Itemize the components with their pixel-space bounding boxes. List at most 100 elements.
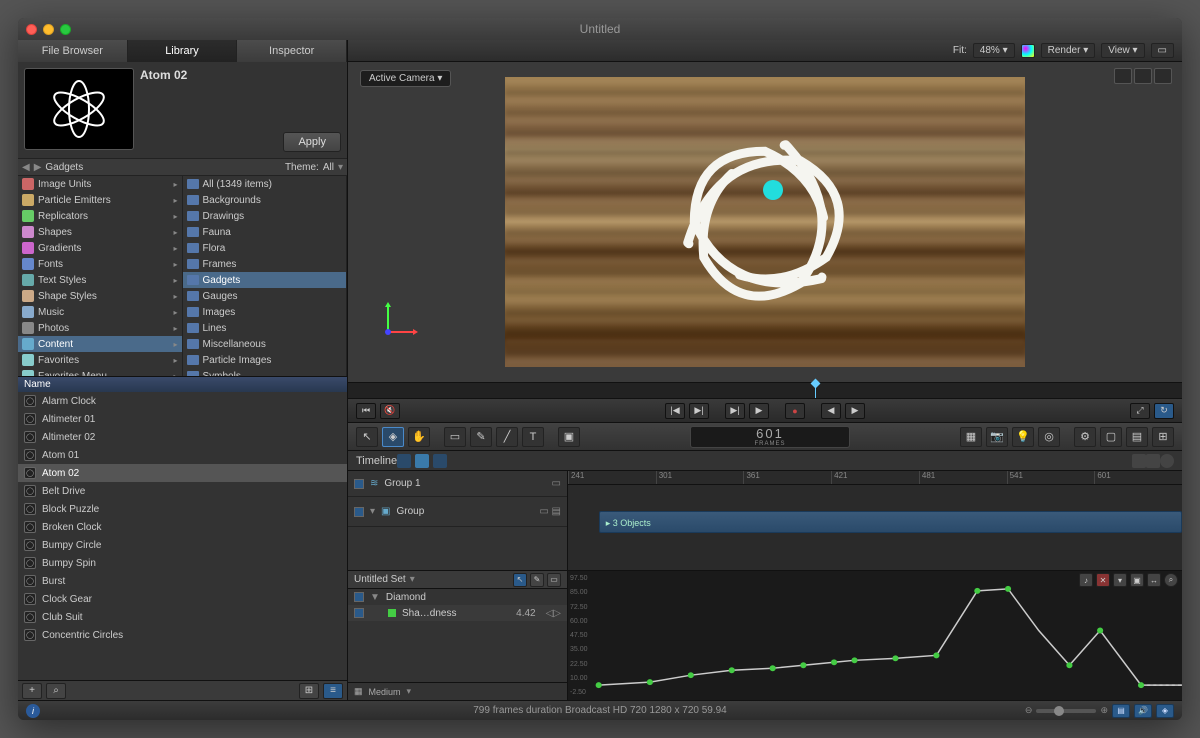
playhead-indicator[interactable] bbox=[815, 383, 816, 398]
folder-item[interactable]: Lines bbox=[183, 320, 347, 336]
behaviors-button[interactable]: ⊞ bbox=[1152, 427, 1174, 447]
prev-keyframe-button[interactable]: ◀ bbox=[821, 403, 841, 419]
kf-search-button[interactable]: ⌕ bbox=[1164, 573, 1178, 587]
folder-item[interactable]: Gadgets bbox=[183, 272, 347, 288]
layer-group1[interactable]: ≋ Group 1 ▭ bbox=[348, 471, 567, 497]
zoom-out-icon[interactable]: ⊖ bbox=[1025, 705, 1033, 716]
kf-clear-button[interactable]: ✕ bbox=[1096, 573, 1110, 587]
zoom-window-button[interactable] bbox=[60, 24, 71, 35]
param-enable-checkbox[interactable] bbox=[354, 608, 364, 618]
orbit-view-button[interactable] bbox=[1134, 68, 1152, 84]
back-button[interactable]: ◀ bbox=[22, 162, 30, 173]
next-frame-button[interactable]: ▶| bbox=[689, 403, 709, 419]
timeline-view-2[interactable] bbox=[415, 454, 429, 468]
view-dropdown[interactable]: View ▾ bbox=[1101, 43, 1144, 58]
keyframe-nav[interactable]: ◁▷ bbox=[546, 608, 561, 619]
timeline-snap-button[interactable] bbox=[1132, 454, 1146, 468]
list-view-button[interactable]: ≡ bbox=[323, 683, 343, 699]
folder-item[interactable]: Symbols bbox=[183, 368, 347, 376]
asset-item[interactable]: ◯Burst bbox=[18, 572, 347, 590]
timeline-tracks[interactable]: ▸ 3 Objects bbox=[568, 485, 1182, 570]
category-item[interactable]: Particle Emitters▸ bbox=[18, 192, 182, 208]
timeline-view-1[interactable] bbox=[397, 454, 411, 468]
kf-audio-button[interactable]: ♪ bbox=[1079, 573, 1093, 587]
folder-item[interactable]: Fauna bbox=[183, 224, 347, 240]
snapshot-icon[interactable]: ▦ bbox=[354, 686, 363, 697]
kf-camera-button[interactable]: ▣ bbox=[1130, 573, 1144, 587]
line-tool[interactable]: ╱ bbox=[496, 427, 518, 447]
mini-timeline[interactable] bbox=[348, 382, 1182, 398]
mute-button[interactable]: 🔇 bbox=[380, 403, 400, 419]
asset-item[interactable]: ◯Altimeter 01 bbox=[18, 410, 347, 428]
light-button[interactable]: 💡 bbox=[1012, 427, 1034, 447]
forward-button[interactable]: ▶ bbox=[34, 162, 42, 173]
tab-file-browser[interactable]: File Browser bbox=[18, 40, 128, 62]
category-item[interactable]: Content▸ bbox=[18, 336, 182, 352]
keyframe-graph[interactable]: 97.5085.0072.5060.0047.5035.0022.5010.00… bbox=[568, 571, 1182, 700]
timeline-zoom-button[interactable] bbox=[1146, 454, 1160, 468]
dolly-view-button[interactable] bbox=[1154, 68, 1172, 84]
info-button[interactable]: i bbox=[26, 704, 40, 718]
pan-view-button[interactable] bbox=[1114, 68, 1132, 84]
camera-button[interactable]: 📷 bbox=[986, 427, 1008, 447]
layer-group2[interactable]: ▾ ▣ Group ▭ ▤ bbox=[348, 497, 567, 527]
select-tool[interactable]: ↖ bbox=[356, 427, 378, 447]
new-button[interactable]: ▢ bbox=[1100, 427, 1122, 447]
category-column[interactable]: Image Units▸Particle Emitters▸Replicator… bbox=[18, 176, 183, 376]
kf-fit-button[interactable]: ↔ bbox=[1147, 573, 1161, 587]
add-button[interactable]: + bbox=[22, 683, 42, 699]
hud-button[interactable]: ▦ bbox=[960, 427, 982, 447]
play-from-start-button[interactable]: ▶| bbox=[725, 403, 745, 419]
kf-param-shadness[interactable]: Sha…dness 4.42 ◁▷ bbox=[348, 605, 567, 621]
3d-transform-tool[interactable]: ◈ bbox=[382, 427, 404, 447]
asset-item[interactable]: ◯Concentric Circles bbox=[18, 626, 347, 644]
project-pane-button[interactable]: ▤ bbox=[1112, 704, 1130, 718]
audio-pane-button[interactable]: 🔊 bbox=[1134, 704, 1152, 718]
tab-library[interactable]: Library bbox=[128, 40, 238, 62]
asset-item[interactable]: ◯Altimeter 02 bbox=[18, 428, 347, 446]
folder-item[interactable]: Flora bbox=[183, 240, 347, 256]
asset-item[interactable]: ◯Club Suit bbox=[18, 608, 347, 626]
layer-enable-checkbox[interactable] bbox=[354, 479, 364, 489]
settings-button[interactable]: ⚙ bbox=[1074, 427, 1096, 447]
text-tool[interactable]: T bbox=[522, 427, 544, 447]
keyframe-pane-button[interactable]: ◈ bbox=[1156, 704, 1174, 718]
tab-inspector[interactable]: Inspector bbox=[237, 40, 347, 62]
frame-counter[interactable]: 601 FRAMES bbox=[690, 426, 850, 448]
asset-item[interactable]: ◯Bumpy Circle bbox=[18, 536, 347, 554]
bezier-tool[interactable]: ✎ bbox=[470, 427, 492, 447]
prev-frame-button[interactable]: |◀ bbox=[665, 403, 685, 419]
asset-item[interactable]: ◯Belt Drive bbox=[18, 482, 347, 500]
asset-item[interactable]: ◯Bumpy Spin bbox=[18, 554, 347, 572]
rectangle-tool[interactable]: ▭ bbox=[444, 427, 466, 447]
play-button[interactable]: ▶ bbox=[749, 403, 769, 419]
category-item[interactable]: Image Units▸ bbox=[18, 176, 182, 192]
render-dropdown[interactable]: Render ▾ bbox=[1041, 43, 1096, 58]
asset-item[interactable]: ◯Atom 02 bbox=[18, 464, 347, 482]
zoom-in-icon[interactable]: ⊕ bbox=[1100, 705, 1108, 716]
timeline-ruler[interactable]: 241301361421481541601 bbox=[568, 471, 1182, 485]
category-item[interactable]: Shapes▸ bbox=[18, 224, 182, 240]
next-keyframe-button[interactable]: ▶ bbox=[845, 403, 865, 419]
asset-list[interactable]: ◯Alarm Clock◯Altimeter 01◯Altimeter 02◯A… bbox=[18, 392, 347, 680]
param-value[interactable]: 4.42 bbox=[516, 608, 535, 619]
expand-button[interactable]: ⤢ bbox=[1130, 403, 1150, 419]
filters-button[interactable]: ▤ bbox=[1126, 427, 1148, 447]
generic-tool-button[interactable]: ◎ bbox=[1038, 427, 1060, 447]
search-button[interactable]: ⌕ bbox=[46, 683, 66, 699]
category-item[interactable]: Music▸ bbox=[18, 304, 182, 320]
category-item[interactable]: Replicators▸ bbox=[18, 208, 182, 224]
grid-view-button[interactable]: ⊞ bbox=[299, 683, 319, 699]
fit-dropdown[interactable]: 48% ▾ bbox=[973, 43, 1015, 58]
size-dropdown[interactable]: Medium bbox=[369, 687, 401, 697]
active-camera-dropdown[interactable]: Active Camera ▾ bbox=[360, 70, 451, 87]
folder-item[interactable]: Gauges bbox=[183, 288, 347, 304]
track-clip[interactable]: ▸ 3 Objects bbox=[599, 511, 1182, 533]
asset-item[interactable]: ◯Block Puzzle bbox=[18, 500, 347, 518]
folder-item[interactable]: Miscellaneous bbox=[183, 336, 347, 352]
category-item[interactable]: Favorites▸ bbox=[18, 352, 182, 368]
category-item[interactable]: Text Styles▸ bbox=[18, 272, 182, 288]
timeline-search-button[interactable] bbox=[1160, 454, 1174, 468]
canvas[interactable] bbox=[505, 77, 1025, 367]
folder-item[interactable]: All (1349 items) bbox=[183, 176, 347, 192]
